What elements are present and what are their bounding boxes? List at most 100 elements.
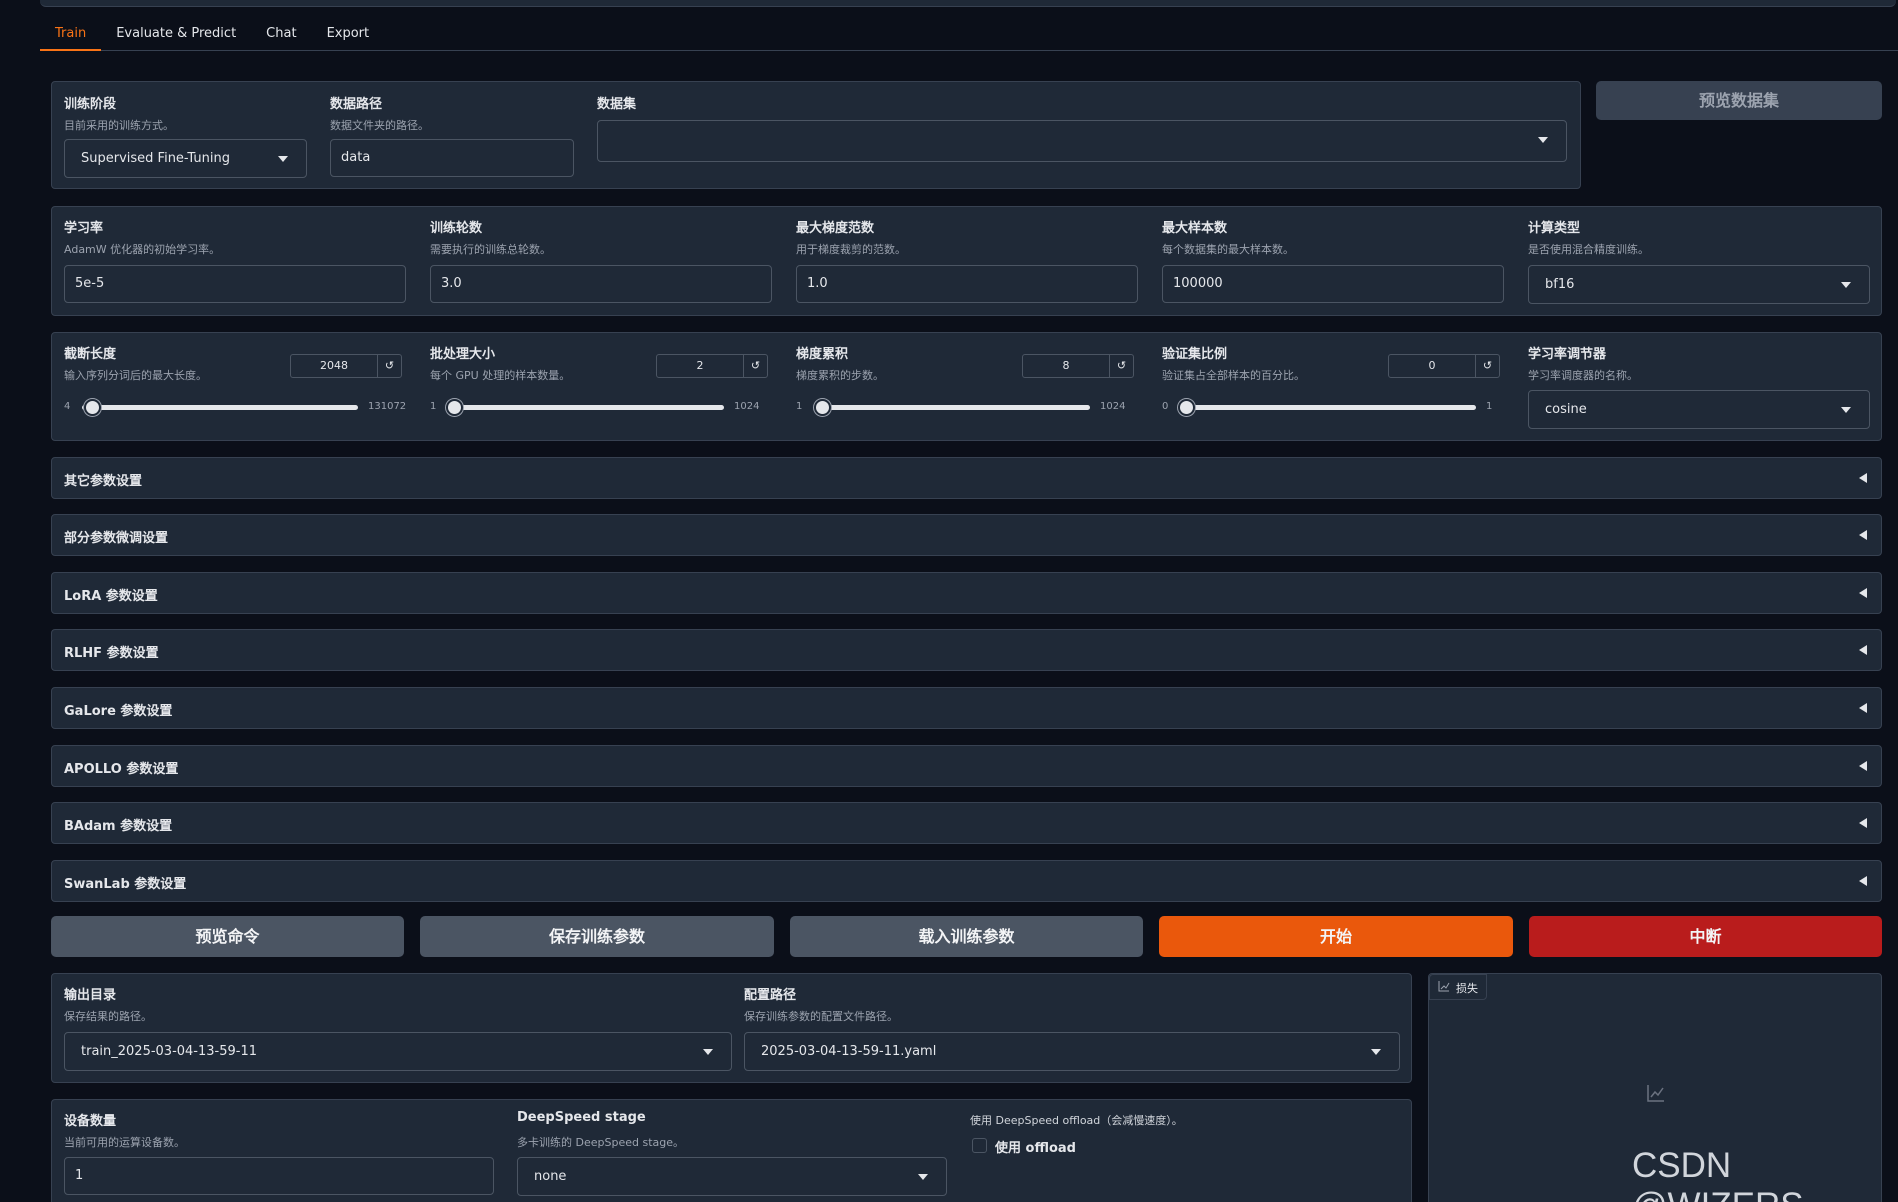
accordion-other-params[interactable]: 其它参数设置 [51, 457, 1882, 499]
config-path-value: 2025-03-04-13-59-11.yaml [761, 1044, 937, 1059]
max-samples-input[interactable]: 100000 [1162, 265, 1504, 303]
slider-min: 1 [430, 401, 437, 412]
collapse-triangle-icon [1859, 473, 1867, 483]
slider-value[interactable]: 0 [1389, 355, 1475, 377]
collapse-triangle-icon [1859, 818, 1867, 828]
device-count-input[interactable]: 1 [64, 1157, 494, 1195]
config-path-label: 配置路径 [744, 988, 797, 1003]
reset-icon[interactable]: ↺ [743, 355, 767, 377]
slider-batch-size: 批处理大小 每个 GPU 处理的样本数量。 2 ↺ 1 1024 [418, 333, 784, 440]
accordion-galore-params[interactable]: GaLore 参数设置 [51, 687, 1882, 729]
slider-label: 批处理大小 [430, 347, 496, 362]
compute-type-value: bf16 [1545, 277, 1575, 292]
stage-info: 目前采用的训练方式。 [64, 119, 174, 132]
output-dir-dropdown[interactable]: train_2025-03-04-13-59-11 [64, 1032, 732, 1071]
epochs-input[interactable]: 3.0 [430, 265, 772, 303]
stop-button[interactable]: 中断 [1529, 916, 1882, 957]
slider-max: 1 [1486, 401, 1493, 412]
slider-value[interactable]: 8 [1023, 355, 1109, 377]
slider-number-input[interactable]: 2 ↺ [656, 354, 768, 378]
tab-evaluate-predict[interactable]: Evaluate & Predict [101, 20, 251, 51]
preview-command-button[interactable]: 预览命令 [51, 916, 404, 957]
slider-thumb[interactable] [813, 399, 831, 416]
load-args-button[interactable]: 载入训练参数 [790, 916, 1143, 957]
device-count-info: 当前可用的运算设备数。 [64, 1136, 185, 1149]
stage-dropdown[interactable]: Supervised Fine-Tuning [64, 139, 307, 178]
dataset-dir-input[interactable]: data [330, 139, 574, 177]
learning-rate-input[interactable]: 5e-5 [64, 265, 406, 303]
ds-stage-dropdown[interactable]: none [517, 1157, 947, 1196]
lr-scheduler-info: 学习率调度器的名称。 [1528, 369, 1638, 382]
preview-dataset-button[interactable]: 预览数据集 [1596, 81, 1882, 120]
reset-icon[interactable]: ↺ [1475, 355, 1499, 377]
chevron-down-icon [703, 1049, 713, 1055]
ds-offload-info: 使用 DeepSpeed offload（会减慢速度）。 [970, 1114, 1183, 1127]
lr-scheduler-dropdown[interactable]: cosine [1528, 390, 1870, 429]
compute-type-info: 是否使用混合精度训练。 [1528, 243, 1649, 256]
ds-stage-info: 多卡训练的 DeepSpeed stage。 [517, 1136, 684, 1149]
device-panel: 设备数量 当前可用的运算设备数。 1 DeepSpeed stage 多卡训练的… [51, 1099, 1412, 1202]
slider-value[interactable]: 2 [657, 355, 743, 377]
slider-track[interactable] [814, 405, 1090, 410]
tab-chat[interactable]: Chat [251, 20, 311, 51]
slider-track[interactable] [1180, 405, 1476, 410]
slider-track[interactable] [448, 405, 724, 410]
stage-value: Supervised Fine-Tuning [81, 151, 230, 166]
output-panel: 输出目录 保存结果的路径。 train_2025-03-04-13-59-11 … [51, 973, 1412, 1083]
accordion-apollo-params[interactable]: APOLLO 参数设置 [51, 745, 1882, 787]
accordion-swanlab-params[interactable]: SwanLab 参数设置 [51, 860, 1882, 902]
accordion-badam-params[interactable]: BAdam 参数设置 [51, 802, 1882, 844]
slider-thumb[interactable] [1178, 399, 1195, 416]
reset-icon[interactable]: ↺ [377, 355, 401, 377]
accordion-label: GaLore 参数设置 [64, 704, 173, 719]
chevron-down-icon [918, 1174, 928, 1180]
slider-value[interactable]: 2048 [291, 355, 377, 377]
accordion-label: APOLLO 参数设置 [64, 762, 179, 777]
slider-number-input[interactable]: 8 ↺ [1022, 354, 1134, 378]
slider-val-size: 验证集比例 验证集占全部样本的百分比。 0 ↺ 0 1 [1150, 333, 1516, 440]
reset-icon[interactable]: ↺ [1109, 355, 1133, 377]
accordion-lora-params[interactable]: LoRA 参数设置 [51, 572, 1882, 614]
slider-cutoff-len: 截断长度 输入序列分词后的最大长度。 2048 ↺ 4 131072 [52, 333, 418, 440]
collapse-triangle-icon [1859, 703, 1867, 713]
dataset-dir-info: 数据文件夹的路径。 [330, 119, 429, 132]
slider-label: 梯度累积 [796, 347, 849, 362]
tab-bar: Train Evaluate & Predict Chat Export [40, 20, 1898, 51]
max-samples-info: 每个数据集的最大样本数。 [1162, 243, 1294, 256]
slider-thumb[interactable] [446, 399, 464, 416]
compute-type-dropdown[interactable]: bf16 [1528, 265, 1870, 304]
slider-min: 4 [64, 401, 71, 412]
max-samples-label: 最大样本数 [1162, 221, 1228, 236]
slider-thumb[interactable] [84, 399, 102, 416]
start-button[interactable]: 开始 [1159, 916, 1513, 957]
max-grad-norm-input[interactable]: 1.0 [796, 265, 1138, 303]
epochs-info: 需要执行的训练总轮数。 [430, 243, 551, 256]
accordion-freeze-params[interactable]: 部分参数微调设置 [51, 514, 1882, 556]
ds-offload-label[interactable]: 使用 offload [995, 1137, 1076, 1156]
output-dir-label: 输出目录 [64, 988, 117, 1003]
epochs-label: 训练轮数 [430, 221, 483, 236]
dataset-row-panel: 训练阶段 目前采用的训练方式。 Supervised Fine-Tuning 数… [51, 81, 1581, 189]
slider-info: 梯度累积的步数。 [796, 369, 884, 382]
learning-rate-info: AdamW 优化器的初始学习率。 [64, 243, 221, 256]
ds-stage-label: DeepSpeed stage [517, 1110, 646, 1125]
slider-label: 截断长度 [64, 347, 117, 362]
config-path-info: 保存训练参数的配置文件路径。 [744, 1010, 898, 1023]
config-path-dropdown[interactable]: 2025-03-04-13-59-11.yaml [744, 1032, 1400, 1071]
slider-max: 131072 [368, 401, 407, 412]
collapse-triangle-icon [1859, 588, 1867, 598]
collapse-triangle-icon [1859, 645, 1867, 655]
accordion-label: BAdam 参数设置 [64, 819, 173, 834]
ds-offload-checkbox[interactable] [972, 1138, 987, 1153]
slider-min: 0 [1162, 401, 1169, 412]
accordion-rlhf-params[interactable]: RLHF 参数设置 [51, 629, 1882, 671]
tab-train[interactable]: Train [40, 20, 102, 51]
slider-number-input[interactable]: 2048 ↺ [290, 354, 402, 378]
slider-track[interactable] [82, 405, 358, 410]
dataset-dropdown[interactable] [597, 120, 1567, 162]
max-grad-norm-info: 用于梯度裁剪的范数。 [796, 243, 906, 256]
tab-export[interactable]: Export [312, 20, 385, 51]
chevron-down-icon [278, 156, 288, 162]
save-args-button[interactable]: 保存训练参数 [420, 916, 774, 957]
slider-number-input[interactable]: 0 ↺ [1388, 354, 1500, 378]
